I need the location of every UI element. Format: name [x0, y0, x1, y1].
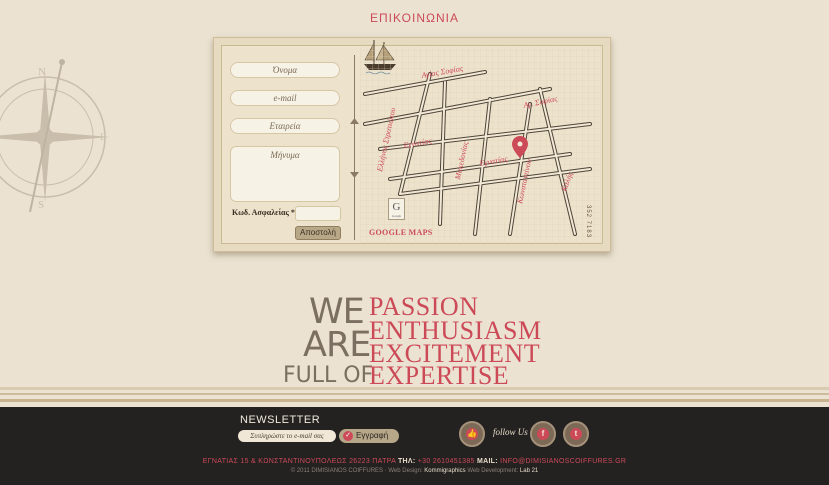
divider-arrows-icon — [350, 118, 359, 178]
dev-prefix: Web Development: — [467, 468, 519, 474]
google-badge-icon[interactable]: G Google — [388, 198, 405, 220]
compass-icon: N S E — [0, 59, 110, 213]
twitter-social-button[interactable]: t — [563, 421, 589, 447]
design-credit-link[interactable]: Kommigraphics — [424, 468, 465, 474]
dev-credit-link[interactable]: Lab 21 — [520, 468, 538, 474]
footer-credits: © 2011 DIMISIANOS COIFFURES · Web Design… — [0, 468, 829, 474]
svg-text:S: S — [38, 199, 44, 211]
thumbs-up-icon: 👍 — [466, 428, 478, 440]
newsletter-title: NEWSLETTER — [240, 414, 321, 426]
twitter-icon: t — [570, 428, 582, 440]
email-field[interactable]: e-mail — [230, 90, 340, 106]
google-badge-letter: G — [392, 201, 401, 213]
facebook-icon: f — [537, 428, 549, 440]
company-field[interactable]: Εταιρεία — [230, 118, 340, 134]
follow-us-label: follow Us — [493, 427, 528, 437]
newsletter-email-input[interactable]: Συπληρώστε το e-mail σας — [238, 430, 336, 442]
slogan-word-expertise: EXPERTISE — [369, 361, 510, 390]
google-maps-link[interactable]: GOOGLE MAPS — [369, 228, 433, 237]
tel-label: ΤΗΛ: — [397, 458, 416, 465]
subscribe-button[interactable]: ✓ Εγγραφή — [339, 429, 399, 443]
like-social-button[interactable]: 👍 — [459, 421, 485, 447]
stripe — [0, 399, 829, 402]
google-badge-sub: Google — [392, 214, 401, 218]
svg-text:N: N — [38, 66, 46, 78]
stripe — [0, 393, 829, 395]
captcha-label: Κωδ. Ασφαλείας * — [232, 208, 295, 217]
slogan-are: ARE — [303, 325, 371, 365]
subscribe-label: Εγγραφή — [356, 431, 389, 440]
svg-text:E: E — [100, 132, 106, 142]
stripe — [0, 387, 829, 390]
footer-address-line: ΕΓΝΑΤΙΑΣ 15 & ΚΩΝΣΤΑΝΤΙΝΟΥΠΟΛΕΩΣ 26223 Π… — [0, 458, 829, 465]
credits-prefix: © 2011 DIMISIANOS COIFFURES · Web Design… — [290, 468, 423, 474]
slogan-full-of: FULL OF — [283, 363, 374, 388]
page-title: ΕΠΙΚΟΙΝΩΝΙΑ — [370, 11, 459, 25]
facebook-social-button[interactable]: f — [530, 421, 556, 447]
check-icon: ✓ — [343, 431, 353, 441]
page: ΕΠΙΚΟΙΝΩΝΙΑ N S E Όνομα e-mail Εταιρεία … — [0, 0, 829, 485]
mail-label: MAIL: — [476, 458, 498, 465]
message-field[interactable]: Μήνυμα — [230, 146, 340, 202]
tel-value: +30 2610451385 — [417, 458, 475, 465]
mail-link[interactable]: INFO@DIMISIANOSCOIFFURES.GR — [500, 458, 626, 465]
captcha-input[interactable] — [295, 206, 341, 221]
submit-button[interactable]: Αποστολή — [295, 226, 341, 240]
name-field[interactable]: Όνομα — [230, 62, 340, 78]
address: ΕΓΝΑΤΙΑΣ 15 & ΚΩΝΣΤΑΝΤΙΝΟΥΠΟΛΕΩΣ 26223 Π… — [202, 458, 396, 465]
map-code: 352 7183 — [585, 205, 591, 239]
